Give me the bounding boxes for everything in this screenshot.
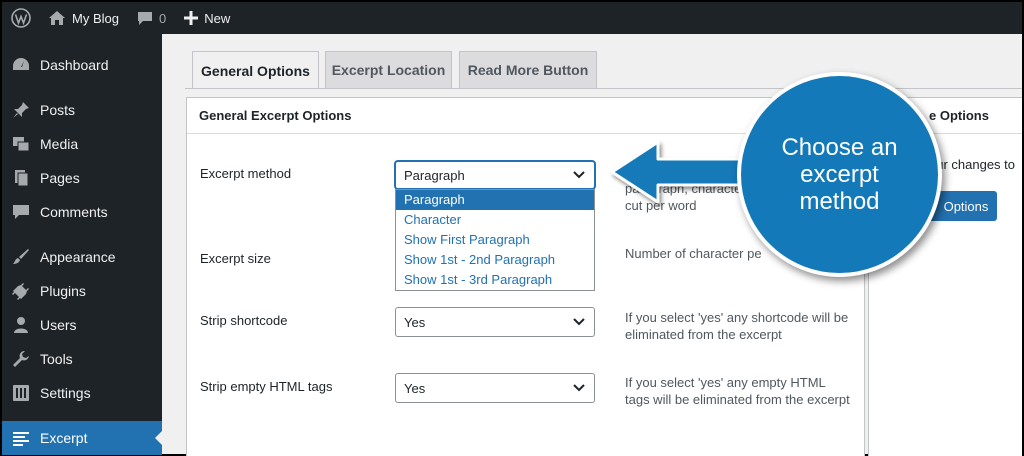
dropdown-option[interactable]: Show 1st - 3rd Paragraph [396, 270, 594, 290]
settings-icon [3, 384, 39, 402]
comment-icon [3, 203, 39, 221]
chevron-down-icon [573, 171, 585, 179]
sidebar-item-posts[interactable]: Posts [2, 93, 162, 127]
sidebar-item-users[interactable]: Users [2, 308, 162, 342]
sidebar-item-plugins[interactable]: Plugins [2, 274, 162, 308]
tab-read-more-button[interactable]: Read More Button [459, 51, 597, 88]
callout-bubble: Choose an excerpt method [737, 72, 942, 277]
user-icon [3, 316, 39, 334]
wrench-icon [3, 350, 39, 368]
site-name: My Blog [72, 10, 119, 26]
pin-icon [3, 101, 39, 119]
comments-count: 0 [158, 10, 167, 26]
sidebar-item-tools[interactable]: Tools [2, 342, 162, 376]
comment-bubble-icon [137, 12, 152, 25]
excerpt-icon [3, 429, 39, 447]
strip-shortcode-select[interactable]: Yes [395, 307, 595, 337]
home-icon [49, 11, 65, 25]
new-label: New [204, 10, 231, 26]
admin-bar: My Blog 0 New [2, 2, 1022, 34]
sidebar-item-dashboard[interactable]: Dashboard [2, 48, 162, 82]
strip-empty-html-description: If you select 'yes' any empty HTML tags … [625, 375, 850, 407]
excerpt-method-value: Paragraph [404, 167, 465, 183]
dashboard-icon [3, 56, 39, 74]
new-content-link[interactable]: New [175, 2, 239, 34]
excerpt-method-select[interactable]: Paragraph [395, 161, 595, 189]
sidebar-item-comments[interactable]: Comments [2, 195, 162, 229]
excerpt-method-label: Excerpt method [200, 166, 292, 181]
plug-icon [3, 282, 39, 300]
site-name-link[interactable]: My Blog [39, 2, 128, 34]
tab-excerpt-location[interactable]: Excerpt Location [325, 51, 452, 88]
strip-shortcode-description: If you select 'yes' any shortcode will b… [625, 310, 849, 342]
sidebar-item-pages[interactable]: Pages [2, 161, 162, 195]
chevron-down-icon [573, 318, 585, 326]
plus-icon [184, 11, 199, 25]
dropdown-option[interactable]: Show 1st - 2nd Paragraph [396, 250, 594, 270]
dropdown-option[interactable]: Show First Paragraph [396, 230, 594, 250]
sidebar-item-media[interactable]: Media [2, 127, 162, 161]
excerpt-size-label: Excerpt size [200, 251, 271, 266]
tab-general-options[interactable]: General Options [192, 51, 319, 89]
brush-icon [3, 248, 39, 266]
wordpress-logo-icon [11, 8, 31, 28]
strip-empty-html-select[interactable]: Yes [395, 373, 595, 403]
strip-shortcode-value: Yes [404, 314, 426, 330]
chevron-down-icon [573, 384, 585, 392]
callout-arrow-icon [610, 140, 745, 204]
strip-shortcode-label: Strip shortcode [200, 313, 288, 328]
sidebar-item-appearance[interactable]: Appearance [2, 240, 162, 274]
excerpt-method-dropdown[interactable]: Paragraph Character Show First Paragraph… [395, 189, 595, 291]
admin-sidebar: Dashboard Posts Media Pages Comments App… [2, 34, 163, 455]
excerpt-size-description: Number of character pe [625, 246, 762, 261]
strip-empty-html-label: Strip empty HTML tags [200, 379, 333, 394]
pages-icon [3, 169, 39, 187]
sidebar-item-settings[interactable]: Settings [2, 376, 162, 410]
sidebar-item-excerpt[interactable]: Excerpt [2, 421, 163, 455]
dropdown-option[interactable]: Paragraph [396, 190, 594, 210]
wordpress-logo-button[interactable] [2, 2, 39, 34]
strip-empty-html-value: Yes [404, 380, 426, 396]
dropdown-option[interactable]: Character [396, 210, 594, 230]
callout-text: Choose an excerpt method [781, 134, 898, 215]
comments-link[interactable]: 0 [128, 2, 175, 34]
media-icon [3, 135, 39, 153]
